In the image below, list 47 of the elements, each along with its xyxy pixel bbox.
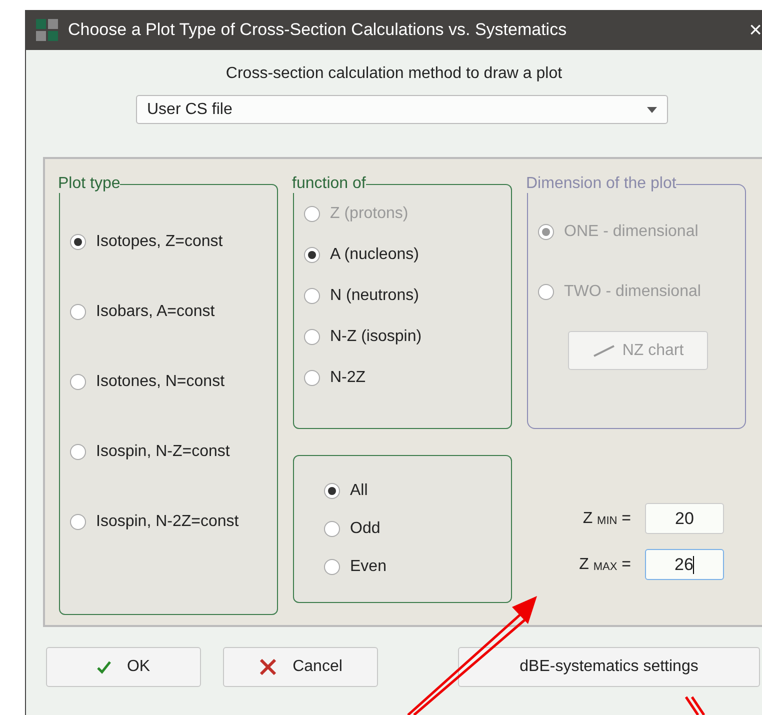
option-label: N (neutrons): [330, 287, 419, 305]
range-label: Z $_{MAX}$ =: [579, 556, 631, 574]
option-label: Isobars, A=const: [96, 303, 215, 321]
radio-button[interactable]: [324, 559, 340, 575]
range-label: Z $_{MIN}$ =: [582, 510, 631, 528]
option-label: Isospin, N-2Z=const: [96, 513, 239, 531]
option-label: TWO - dimensional: [564, 283, 701, 301]
caret-icon: [647, 106, 657, 112]
group-title: Plot type: [58, 175, 120, 193]
radio-button[interactable]: [70, 444, 86, 460]
option-label: ONE - dimensional: [564, 223, 698, 241]
settings-button[interactable]: dBE-systematics settings: [458, 647, 760, 687]
radio-button[interactable]: [324, 521, 340, 537]
arrow-drawing: [684, 696, 706, 715]
radio-button[interactable]: [70, 304, 86, 320]
close-button[interactable]: ×: [749, 17, 762, 43]
radio-button[interactable]: [304, 247, 320, 263]
input-field[interactable]: 26: [645, 549, 724, 580]
option-label: Z (protons): [330, 205, 408, 223]
close-icon: [258, 659, 277, 675]
method-label: Cross-section calculation method to draw a plot: [224, 65, 564, 83]
radio-button[interactable]: [70, 514, 86, 530]
method-dropdown[interactable]: User CS file: [136, 95, 668, 124]
input-field[interactable]: 20: [645, 503, 724, 534]
option-label: Isospin, N-Z=const: [96, 443, 230, 461]
line-icon: [592, 344, 616, 356]
radio-button[interactable]: [70, 374, 86, 390]
window-title: Choose a Plot Type of Cross-Section Calculations vs. Systematics: [68, 20, 568, 40]
option-label: Isotopes, Z=const: [96, 233, 223, 251]
app-icon: [36, 19, 58, 41]
checkmark-icon: [96, 660, 111, 674]
option-label: All: [350, 482, 368, 500]
option-label: Isotones, N=const: [96, 373, 225, 391]
radio-button[interactable]: [304, 370, 320, 386]
radio-button[interactable]: [70, 234, 86, 250]
ok-button[interactable]: OK: [46, 647, 201, 687]
cancel-button[interactable]: Cancel: [223, 647, 378, 687]
radio-button[interactable]: [304, 329, 320, 345]
option-label: A (nucleons): [330, 246, 419, 264]
option-label: Even: [350, 558, 386, 576]
radio-button[interactable]: [324, 483, 340, 499]
option-label: N-2Z: [330, 369, 366, 387]
group-title: Dimension of the plot: [526, 175, 676, 193]
option-label: Odd: [350, 520, 380, 538]
radio-button[interactable]: [304, 288, 320, 304]
option-label: N-Z (isospin): [330, 328, 422, 346]
group-title: function of: [292, 175, 366, 193]
